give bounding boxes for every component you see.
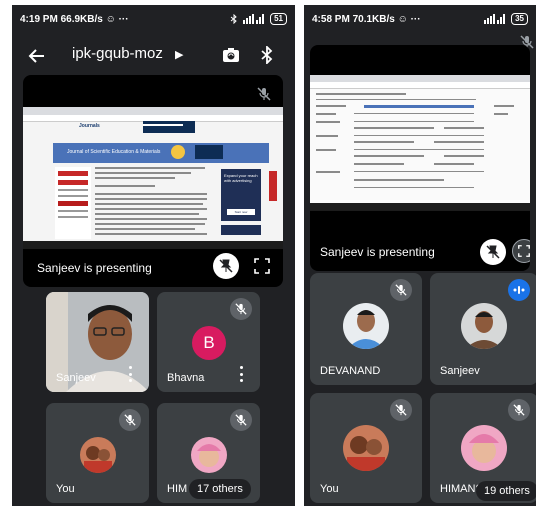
status-bar: 4:19 PM 66.9KB/s ☺ ··· 51 [12, 5, 295, 33]
avatar-photo [80, 437, 116, 473]
participant-name: HIM [167, 483, 188, 495]
top-ad-banner [143, 121, 195, 133]
avatar-photo [191, 437, 227, 473]
participant-name: You [56, 483, 75, 495]
journal-seal [171, 145, 185, 159]
sidebar-line-4 [58, 216, 88, 218]
page-sidebar [55, 167, 91, 239]
banner-badge [195, 145, 223, 159]
fullscreen-icon [518, 245, 530, 257]
ad-headline: Expand your reach with advertising [224, 173, 258, 183]
journal-title: Journal of Scientific Education & Materi… [67, 149, 161, 155]
flip-camera-icon[interactable] [220, 44, 242, 66]
status-time-speed: 4:58 PM 70.1KB/s ☺ ··· [312, 13, 421, 25]
signal-icon [243, 14, 265, 24]
shared-screen-webpage: Journals Journal of Scientific Education… [23, 107, 283, 249]
top-ad-text-line [143, 124, 183, 126]
participant-name: DEVANAND [320, 365, 381, 377]
pin-off-icon [486, 245, 500, 259]
sidebar-red-button [58, 171, 88, 176]
more-options-icon[interactable] [238, 366, 244, 382]
mic-off-icon [390, 399, 412, 421]
participant-tile-others[interactable]: HIM 17 others [157, 403, 260, 503]
meeting-top-bar: ipk-gqub-moz ▶ [12, 33, 295, 77]
sidebar-red-button-2 [58, 180, 88, 185]
sidebar-line-3 [58, 210, 88, 212]
windows-taskbar [310, 203, 530, 211]
signal-icon [484, 14, 506, 24]
article-text-block [95, 167, 207, 235]
presenting-label: Sanjeev is presenting [37, 261, 152, 275]
presentation-tile[interactable]: Journals Journal of Scientific Education… [23, 75, 283, 287]
sidebar-line [58, 189, 88, 191]
browser-address-bar [310, 82, 530, 89]
avatar-initial: B [192, 326, 226, 360]
pin-off-icon [219, 259, 233, 273]
status-icons: 51 [230, 13, 287, 25]
feedback-tab [269, 171, 277, 201]
participant-tile-sanjeev[interactable]: Sanjeev [430, 273, 536, 385]
audio-output-bluetooth-icon[interactable] [259, 44, 275, 66]
browser-tab-strip [310, 75, 530, 82]
participant-name: Sanjeev [56, 372, 96, 384]
shared-screen-webpage [310, 75, 530, 211]
participant-tile-sanjeev[interactable]: Sanjeev [46, 292, 149, 392]
bluetooth-status-icon [230, 14, 237, 24]
ad-start-button: Start now [227, 209, 255, 215]
site-logo: Journals [79, 123, 100, 129]
windows-taskbar [23, 241, 283, 249]
back-arrow-icon[interactable] [26, 45, 48, 67]
mic-off-icon [119, 409, 141, 431]
pin-off-button[interactable] [213, 253, 239, 279]
caret-right-icon[interactable]: ▶ [175, 48, 183, 61]
meeting-code[interactable]: ipk-gqub-moz [72, 45, 163, 62]
presenting-label: Sanjeev is presenting [320, 245, 435, 259]
status-bar: 4:58 PM 70.1KB/s ☺ ··· 35 [304, 5, 536, 33]
speaking-indicator-icon [508, 279, 530, 301]
participant-tile-bhavna[interactable]: B Bhavna [157, 292, 260, 392]
right-ad-box: Expand your reach with advertising Start… [221, 169, 261, 221]
avatar-photo [343, 425, 389, 471]
fullscreen-icon [254, 258, 270, 274]
phone-screen-left: 4:19 PM 66.9KB/s ☺ ··· 51 ipk-gqub-moz ▶… [12, 5, 295, 506]
more-options-icon[interactable] [127, 366, 133, 382]
participant-name: You [320, 483, 339, 495]
avatar-photo [343, 303, 389, 349]
form-content-block [316, 93, 514, 188]
participant-tile-you[interactable]: You [46, 403, 149, 503]
participant-tile-devanand[interactable]: DEVANAND [310, 273, 422, 385]
participant-tile-you[interactable]: You [310, 393, 422, 503]
others-count-chip[interactable]: 17 others [189, 479, 251, 499]
browser-tab-strip [23, 107, 283, 115]
sidebar-red-button-3 [58, 201, 88, 206]
phone-screen-right: 4:58 PM 70.1KB/s ☺ ··· 35 Sanjeev is pre… [304, 5, 536, 506]
mic-off-icon [230, 409, 252, 431]
avatar-photo [461, 425, 507, 471]
right-ad-box-2 [221, 225, 261, 235]
battery-icon: 35 [511, 13, 528, 25]
pin-off-button[interactable] [480, 239, 506, 265]
battery-icon: 51 [270, 13, 287, 25]
presentation-tile[interactable]: Sanjeev is presenting [310, 45, 530, 271]
status-time-speed: 4:19 PM 66.9KB/s ☺ ··· [20, 13, 129, 25]
status-icons: 35 [484, 13, 528, 25]
mic-off-icon [230, 298, 252, 320]
participant-tile-others[interactable]: HIMANS 19 others [430, 393, 536, 503]
avatar-photo [461, 303, 507, 349]
fullscreen-button[interactable] [249, 253, 275, 279]
others-count-chip[interactable]: 19 others [476, 481, 536, 501]
mic-off-icon [253, 83, 275, 105]
participant-name: Bhavna [167, 372, 205, 384]
mic-off-icon [508, 399, 530, 421]
mic-off-icon [390, 279, 412, 301]
sidebar-line-2 [58, 195, 88, 197]
fullscreen-button[interactable] [512, 239, 530, 263]
participant-name: Sanjeev [440, 365, 480, 377]
